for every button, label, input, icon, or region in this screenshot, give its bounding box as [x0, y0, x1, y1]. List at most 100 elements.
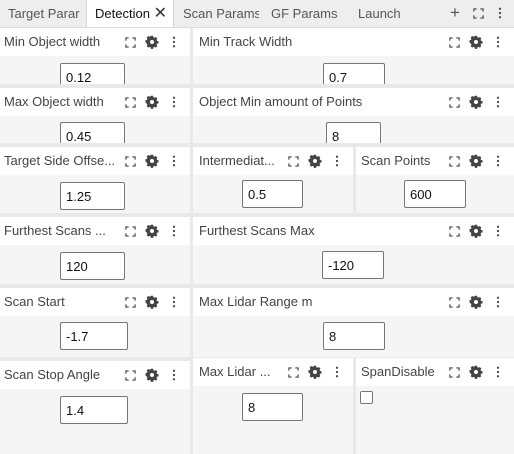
kebab-menu-icon[interactable]: [491, 295, 505, 309]
tab-scan-params[interactable]: Scan Params: [175, 0, 259, 27]
min-track-width-input[interactable]: [323, 63, 385, 84]
panel-header: Scan Stop Angle: [0, 361, 190, 389]
maximize-icon[interactable]: [123, 295, 137, 309]
panel-header: Max Lidar ...: [193, 358, 353, 386]
gear-icon[interactable]: [145, 154, 159, 168]
gear-icon[interactable]: [469, 95, 483, 109]
panel-object-min-points: Object Min amount of Points: [193, 88, 514, 143]
panel-title: Furthest Scans Max: [199, 223, 315, 238]
gear-icon[interactable]: [145, 295, 159, 309]
panel-max-lidar-range: Max Lidar Range m: [193, 288, 514, 357]
kebab-menu-icon[interactable]: [330, 154, 344, 168]
kebab-menu-icon[interactable]: [330, 365, 344, 379]
panel-scan-stop-angle: Scan Stop Angle: [0, 361, 190, 454]
max-lidar-short-input[interactable]: [242, 393, 303, 421]
maximize-tabset-button[interactable]: [470, 0, 486, 27]
maximize-icon[interactable]: [123, 35, 137, 49]
panel-max-object-width: Max Object width: [0, 88, 190, 143]
panel-header: Min Object width: [0, 28, 190, 56]
tab-label: Detection: [95, 6, 150, 21]
gear-icon[interactable]: [469, 365, 483, 379]
max-object-width-input[interactable]: [60, 122, 125, 143]
maximize-icon[interactable]: [286, 154, 300, 168]
furthest-scans-min-input[interactable]: [60, 252, 125, 280]
maximize-icon[interactable]: [123, 224, 137, 238]
kebab-menu-icon[interactable]: [167, 295, 181, 309]
panel-header: Max Lidar Range m: [193, 288, 514, 316]
kebab-menu-icon[interactable]: [167, 154, 181, 168]
kebab-menu-icon[interactable]: [491, 224, 505, 238]
gear-icon[interactable]: [145, 35, 159, 49]
panel-title: Max Lidar Range m: [199, 294, 313, 309]
tab-label: GF Params: [271, 6, 338, 21]
maximize-icon[interactable]: [447, 224, 461, 238]
maximize-icon[interactable]: [286, 365, 300, 379]
panel-header: Intermediat...: [193, 147, 353, 175]
tab-gf-params[interactable]: GF Params: [263, 0, 347, 27]
intermediate-input[interactable]: [242, 180, 303, 208]
object-min-points-input[interactable]: [326, 122, 381, 143]
gear-icon[interactable]: [469, 224, 483, 238]
panel-header: Max Object width: [0, 88, 190, 116]
tab-target-params[interactable]: Target Parar: [0, 0, 86, 27]
gear-icon[interactable]: [469, 295, 483, 309]
panel-title: Object Min amount of Points: [199, 94, 363, 109]
panel-title: Max Object width: [4, 94, 104, 109]
panel-title: Furthest Scans ...: [4, 223, 106, 238]
maximize-icon[interactable]: [447, 35, 461, 49]
span-disable-checkbox[interactable]: [360, 391, 373, 404]
maximize-icon[interactable]: [447, 95, 461, 109]
panel-span-disable: SpanDisable: [356, 358, 514, 454]
kebab-menu-icon[interactable]: [167, 368, 181, 382]
maximize-icon[interactable]: [447, 295, 461, 309]
plus-icon: +: [450, 3, 460, 22]
kebab-menu-icon[interactable]: [167, 35, 181, 49]
tabset-menu-button[interactable]: [492, 0, 508, 27]
panel-title: Min Track Width: [199, 34, 293, 49]
min-object-width-input[interactable]: [60, 63, 125, 84]
target-side-offset-input[interactable]: [60, 182, 125, 210]
panel-min-object-width: Min Object width: [0, 28, 190, 84]
panel-title: Min Object width: [4, 34, 101, 49]
maximize-icon[interactable]: [447, 365, 461, 379]
panel-header: Object Min amount of Points: [193, 88, 514, 116]
gear-icon[interactable]: [145, 368, 159, 382]
close-icon[interactable]: ✕: [154, 0, 167, 27]
gear-icon[interactable]: [308, 365, 322, 379]
panel-title: Scan Stop Angle: [4, 367, 101, 382]
kebab-menu-icon[interactable]: [167, 224, 181, 238]
panel-header: Scan Points: [356, 147, 514, 175]
maximize-icon[interactable]: [447, 154, 461, 168]
kebab-menu-icon[interactable]: [491, 35, 505, 49]
furthest-scans-max-input[interactable]: [322, 251, 384, 279]
scan-stop-angle-input[interactable]: [60, 396, 128, 424]
tab-detection[interactable]: Detection ✕: [86, 0, 174, 27]
kebab-menu-icon[interactable]: [491, 95, 505, 109]
gear-icon[interactable]: [469, 35, 483, 49]
kebab-menu-icon[interactable]: [491, 154, 505, 168]
gear-icon[interactable]: [145, 224, 159, 238]
tab-label: Launch: [358, 6, 401, 21]
panel-furthest-scans-min: Furthest Scans ...: [0, 217, 190, 284]
panel-title: Scan Start: [4, 294, 65, 309]
tab-launch[interactable]: Launch: [350, 0, 430, 27]
maximize-icon[interactable]: [123, 368, 137, 382]
panel-header: SpanDisable: [356, 358, 514, 386]
panel-title: Target Side Offse...: [4, 153, 116, 168]
gear-icon[interactable]: [145, 95, 159, 109]
maximize-icon: [473, 8, 484, 19]
add-tab-button[interactable]: +: [447, 0, 463, 27]
panel-header: Furthest Scans ...: [0, 217, 190, 245]
panel-title: Intermediat...: [199, 153, 275, 168]
panel-header: Min Track Width: [193, 28, 514, 56]
scan-points-input[interactable]: [404, 180, 466, 208]
gear-icon[interactable]: [308, 154, 322, 168]
max-lidar-range-input[interactable]: [323, 322, 385, 350]
maximize-icon[interactable]: [123, 95, 137, 109]
kebab-menu-icon[interactable]: [167, 95, 181, 109]
gear-icon[interactable]: [469, 154, 483, 168]
scan-start-input[interactable]: [60, 322, 128, 350]
maximize-icon[interactable]: [123, 154, 137, 168]
kebab-menu-icon[interactable]: [491, 365, 505, 379]
kebab-menu-icon: [498, 7, 502, 19]
